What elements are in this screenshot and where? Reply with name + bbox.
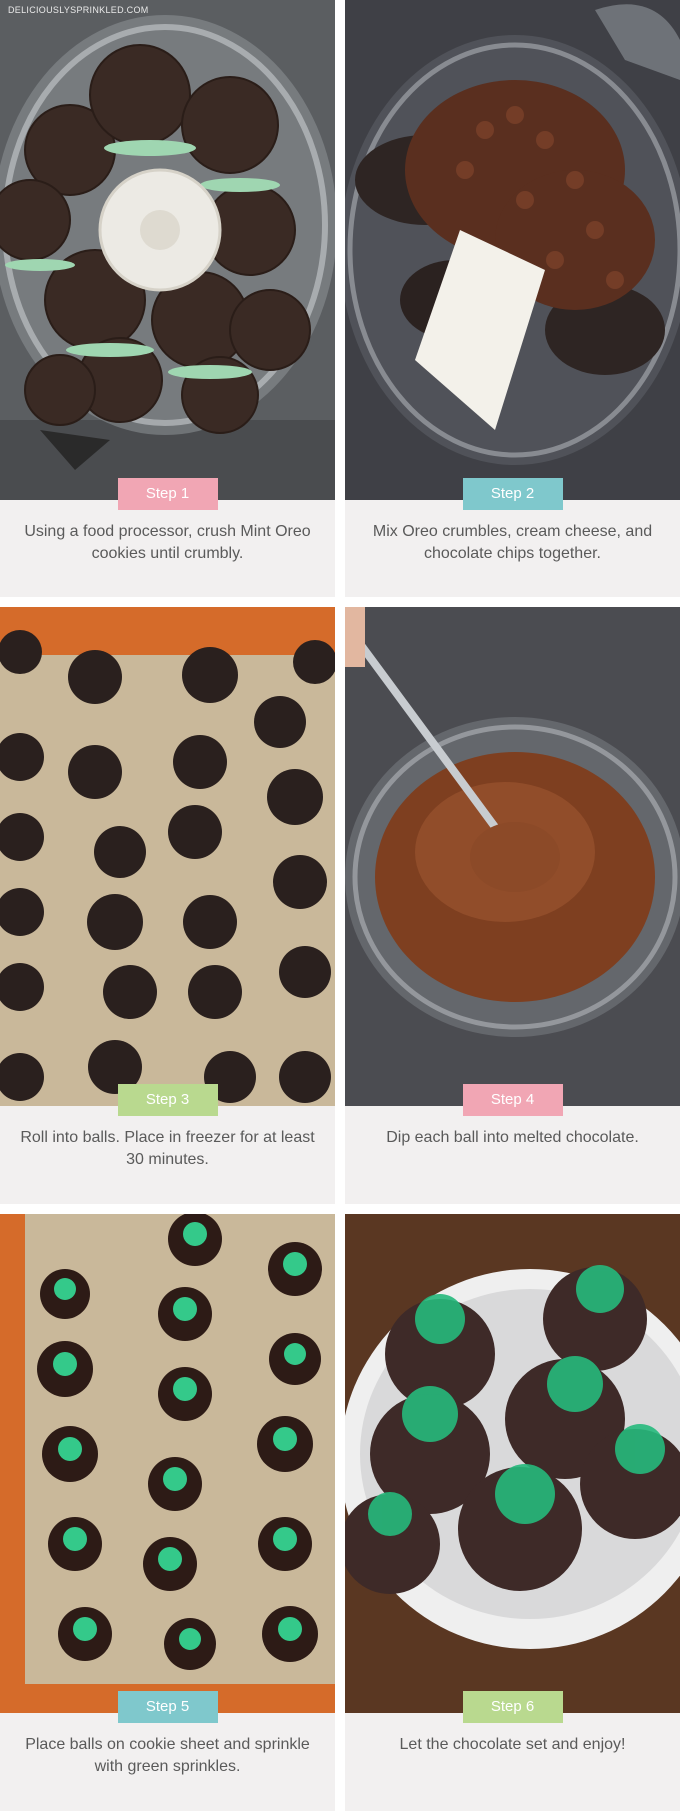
step-5-photo [0, 1214, 335, 1713]
step-1-caption: Using a food processor, crush Mint Oreo … [24, 523, 311, 562]
step-1-photo: DELICIOUSLYSPRINKLED.COM [0, 0, 335, 500]
step-1-badge: Step 1 [117, 478, 218, 510]
step-1-caption-box: Step 1 Using a food processor, crush Min… [0, 478, 335, 597]
step-4-caption: Dip each ball into melted chocolate. [386, 1129, 639, 1146]
step-6-badge: Step 6 [462, 1691, 563, 1723]
dipped-ball [470, 822, 560, 892]
step-4-photo [345, 607, 680, 1106]
recipe-steps-grid: DELICIOUSLYSPRINKLED.COM Step 1 Using a … [0, 0, 680, 1811]
step-2-card: Step 2 Mix Oreo crumbles, cream cheese, … [345, 0, 680, 597]
step-6-photo [345, 1214, 680, 1713]
step-1-card: DELICIOUSLYSPRINKLED.COM Step 1 Using a … [0, 0, 335, 597]
watermark-text: DELICIOUSLYSPRINKLED.COM [8, 5, 149, 15]
step-4-card: Step 4 Dip each ball into melted chocola… [345, 607, 680, 1204]
step-6-card: Step 6 Let the chocolate set and enjoy! [345, 1214, 680, 1811]
step-2-caption: Mix Oreo crumbles, cream cheese, and cho… [372, 523, 653, 562]
step-5-caption: Place balls on cookie sheet and sprinkle… [25, 1736, 310, 1775]
step-3-caption: Roll into balls. Place in freezer for at… [20, 1129, 315, 1168]
step-3-photo [0, 607, 335, 1106]
step-4-badge: Step 4 [462, 1084, 563, 1116]
step-5-caption-box: Step 5 Place balls on cookie sheet and s… [0, 1691, 335, 1811]
step-6-caption: Let the chocolate set and enjoy! [399, 1736, 626, 1753]
step-2-badge: Step 2 [462, 478, 563, 510]
step-2-caption-box: Step 2 Mix Oreo crumbles, cream cheese, … [345, 478, 680, 597]
step-2-photo [345, 0, 680, 500]
step-3-caption-box: Step 3 Roll into balls. Place in freezer… [0, 1084, 335, 1204]
step-5-badge: Step 5 [117, 1691, 218, 1723]
step-3-badge: Step 3 [117, 1084, 218, 1116]
step-4-caption-box: Step 4 Dip each ball into melted chocola… [345, 1084, 680, 1204]
step-6-caption-box: Step 6 Let the chocolate set and enjoy! [345, 1691, 680, 1811]
step-3-card: Step 3 Roll into balls. Place in freezer… [0, 607, 335, 1204]
step-5-card: Step 5 Place balls on cookie sheet and s… [0, 1214, 335, 1811]
